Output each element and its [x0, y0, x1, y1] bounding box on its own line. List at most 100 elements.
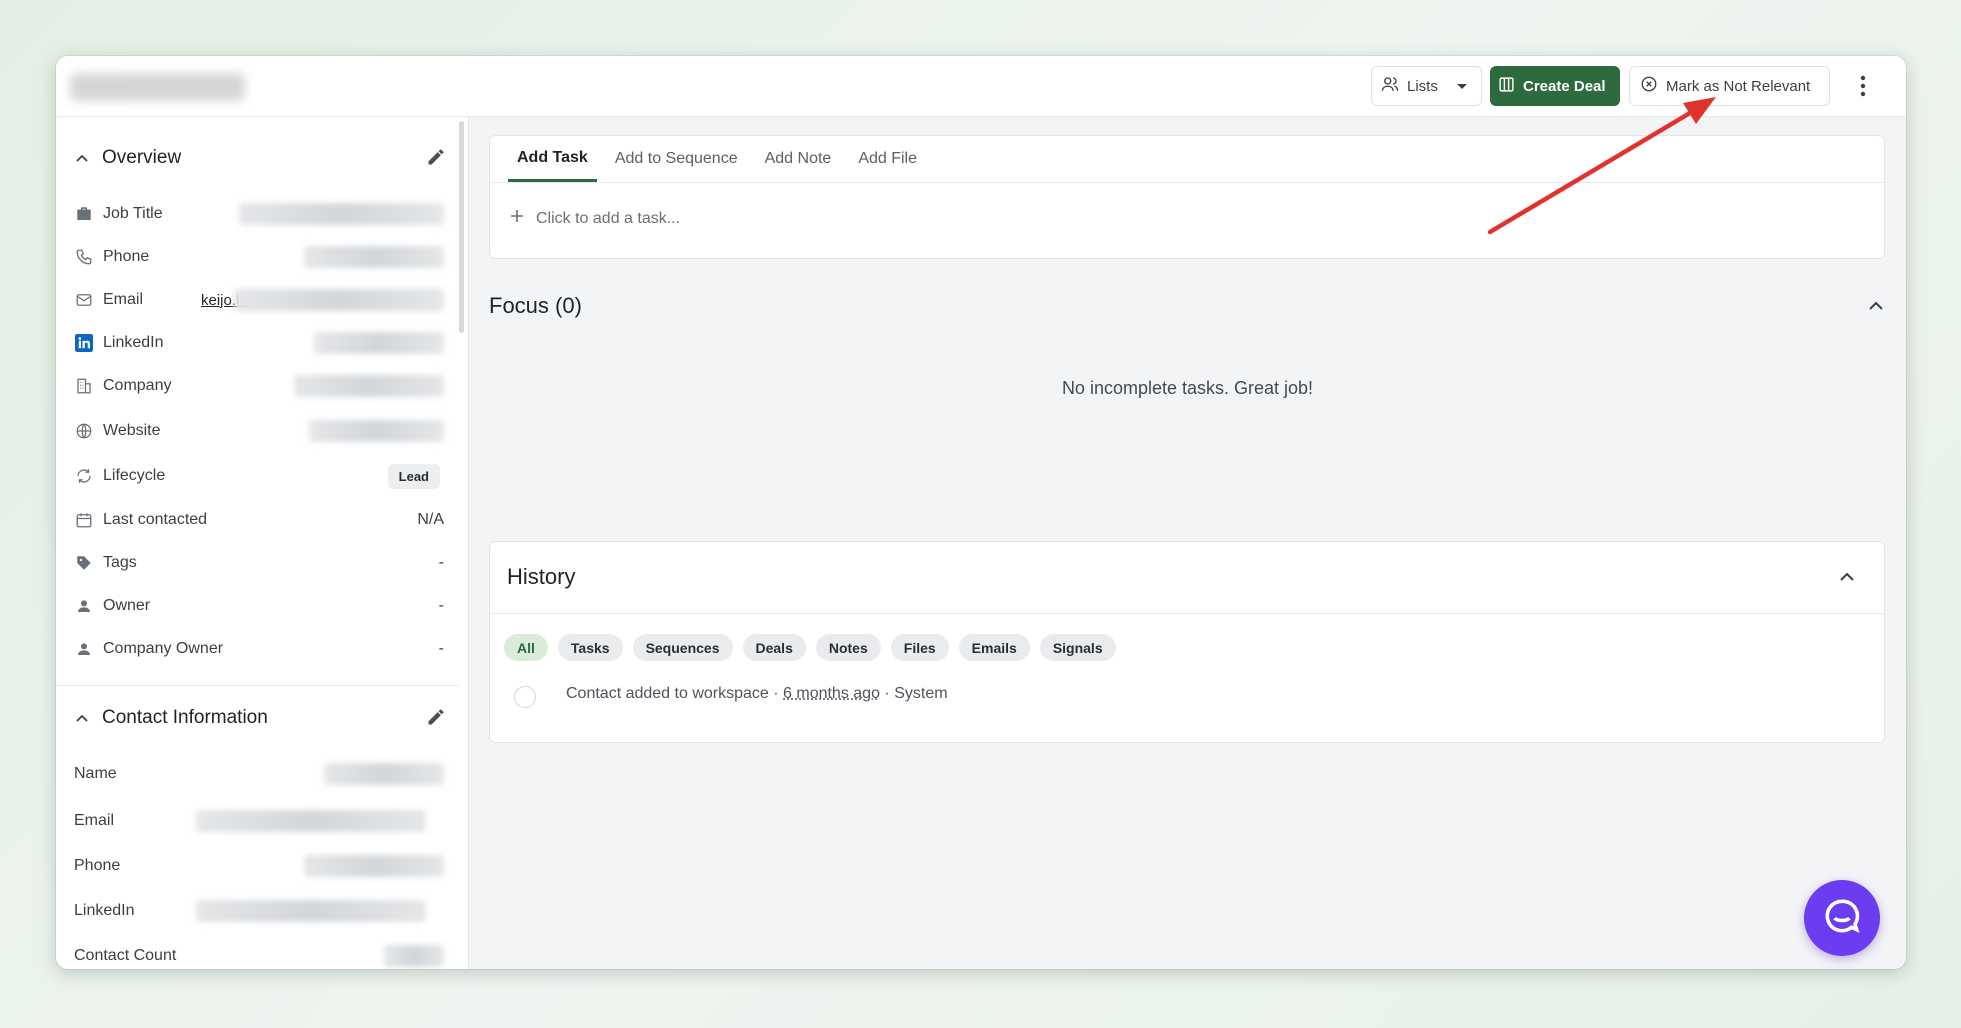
circle-x-icon [1640, 75, 1658, 97]
row-contact-linkedin: LinkedIn [74, 897, 444, 925]
event-time[interactable]: 6 months ago [783, 685, 880, 703]
contact-sidebar: Overview Job Title Phone Email keijo.la … [56, 117, 469, 969]
job-title-value-redacted [239, 203, 444, 225]
row-owner: Owner - [74, 592, 444, 620]
email-label: Email [74, 812, 115, 829]
row-job-title: Job Title [74, 200, 444, 228]
pencil-icon[interactable] [426, 707, 446, 732]
pencil-icon[interactable] [426, 147, 446, 172]
mail-icon [74, 290, 94, 310]
focus-title: Focus (0) [489, 293, 582, 318]
row-contact-phone: Phone [74, 852, 444, 880]
email-value-redacted [234, 289, 444, 311]
phone-label: Phone [74, 857, 121, 874]
more-options-icon[interactable] [1850, 71, 1876, 101]
row-contact-email: Email [74, 807, 444, 835]
row-website: Website [74, 417, 444, 445]
chip-tasks[interactable]: Tasks [557, 634, 623, 661]
email-value-redacted [196, 810, 426, 832]
tabs-divider [490, 182, 1884, 183]
chat-bubble-icon [1821, 895, 1863, 942]
create-deal-button[interactable]: Create Deal [1490, 66, 1620, 106]
users-icon [1381, 75, 1399, 97]
overview-section-header[interactable]: Overview [76, 143, 446, 173]
linkedin-label: LinkedIn [74, 902, 135, 919]
name-label: Name [74, 765, 117, 782]
caret-down-icon [1456, 78, 1468, 95]
chevron-up-icon [76, 709, 88, 727]
history-event: Contact added to workspace · 6 months ag… [514, 680, 948, 708]
row-last-contacted: Last contacted N/A [74, 506, 444, 534]
row-phone: Phone [74, 243, 444, 271]
job-title-label: Job Title [103, 205, 163, 222]
tag-icon [74, 553, 94, 573]
not-relevant-label: Mark as Not Relevant [1666, 77, 1811, 95]
add-task-placeholder: Click to add a task... [536, 209, 681, 227]
tab-add-note[interactable]: Add Note [756, 136, 841, 182]
focus-empty-message: No incomplete tasks. Great job! [1061, 378, 1314, 398]
contact-count-value-redacted [384, 945, 444, 967]
event-circle-icon [514, 686, 536, 708]
company-owner-label: Company Owner [103, 640, 224, 657]
person-icon [74, 596, 94, 616]
owner-value[interactable]: - [439, 597, 444, 615]
section-divider [56, 685, 459, 686]
website-label: Website [103, 422, 161, 439]
chip-all[interactable]: All [504, 634, 548, 661]
chip-deals[interactable]: Deals [742, 634, 806, 661]
row-contact-name: Name [74, 760, 444, 788]
tab-add-to-sequence[interactable]: Add to Sequence [606, 136, 747, 182]
action-tabs: Add Task Add to Sequence Add Note Add Fi… [508, 136, 935, 182]
row-lifecycle: Lifecycle Lead [74, 462, 444, 490]
event-source: · System [884, 685, 948, 702]
lifecycle-badge[interactable]: Lead [387, 463, 440, 489]
phone-value-redacted [304, 246, 444, 268]
lifecycle-label: Lifecycle [103, 467, 166, 484]
company-owner-value[interactable]: - [439, 640, 444, 658]
company-label: Company [103, 377, 172, 394]
history-card: History All Tasks Sequences Deals Notes … [489, 541, 1885, 743]
chevron-up-icon[interactable] [1869, 297, 1883, 315]
kanban-icon [1498, 76, 1515, 97]
email-label: Email [103, 291, 144, 308]
phone-value-redacted [304, 855, 444, 877]
phone-icon [74, 247, 94, 267]
tab-add-file[interactable]: Add File [849, 136, 926, 182]
website-value-redacted [309, 420, 444, 442]
app-window: Lists Create Deal Mark as Not Relevant O… [56, 56, 1906, 969]
chip-files[interactable]: Files [890, 634, 949, 661]
top-bar: Lists Create Deal Mark as Not Relevant [56, 56, 1906, 117]
chip-emails[interactable]: Emails [958, 634, 1030, 661]
chip-notes[interactable]: Notes [815, 634, 881, 661]
mark-not-relevant-button[interactable]: Mark as Not Relevant [1629, 66, 1830, 106]
cycle-icon [74, 466, 94, 486]
lists-label: Lists [1407, 77, 1438, 95]
add-task-input[interactable]: Click to add a task... [510, 209, 680, 228]
building-icon [74, 376, 94, 396]
chat-widget-button[interactable] [1804, 880, 1880, 956]
tab-add-task[interactable]: Add Task [508, 136, 597, 182]
chevron-up-icon [76, 149, 88, 167]
row-company: Company [74, 372, 444, 400]
contact-info-section-header[interactable]: Contact Information [76, 703, 446, 733]
owner-label: Owner [103, 597, 151, 614]
overview-title: Overview [102, 147, 182, 168]
tags-value: - [438, 554, 444, 571]
lists-dropdown-button[interactable]: Lists [1371, 66, 1482, 106]
chip-signals[interactable]: Signals [1039, 634, 1116, 661]
row-email: Email keijo.la [74, 286, 444, 314]
chevron-up-icon[interactable] [1840, 568, 1854, 586]
globe-icon [74, 421, 94, 441]
linkedin-value-redacted [196, 900, 426, 922]
history-title: History [507, 564, 576, 589]
row-tags: Tags - [74, 549, 444, 577]
last-contacted-label: Last contacted [103, 511, 208, 528]
sidebar-scrollbar[interactable] [459, 121, 464, 333]
chip-sequences[interactable]: Sequences [632, 634, 733, 661]
calendar-icon [74, 510, 94, 530]
row-linkedin: LinkedIn [74, 329, 444, 357]
phone-label: Phone [103, 248, 150, 265]
linkedin-icon [74, 333, 94, 353]
row-company-owner: Company Owner - [74, 635, 444, 663]
name-value-redacted [324, 763, 444, 785]
